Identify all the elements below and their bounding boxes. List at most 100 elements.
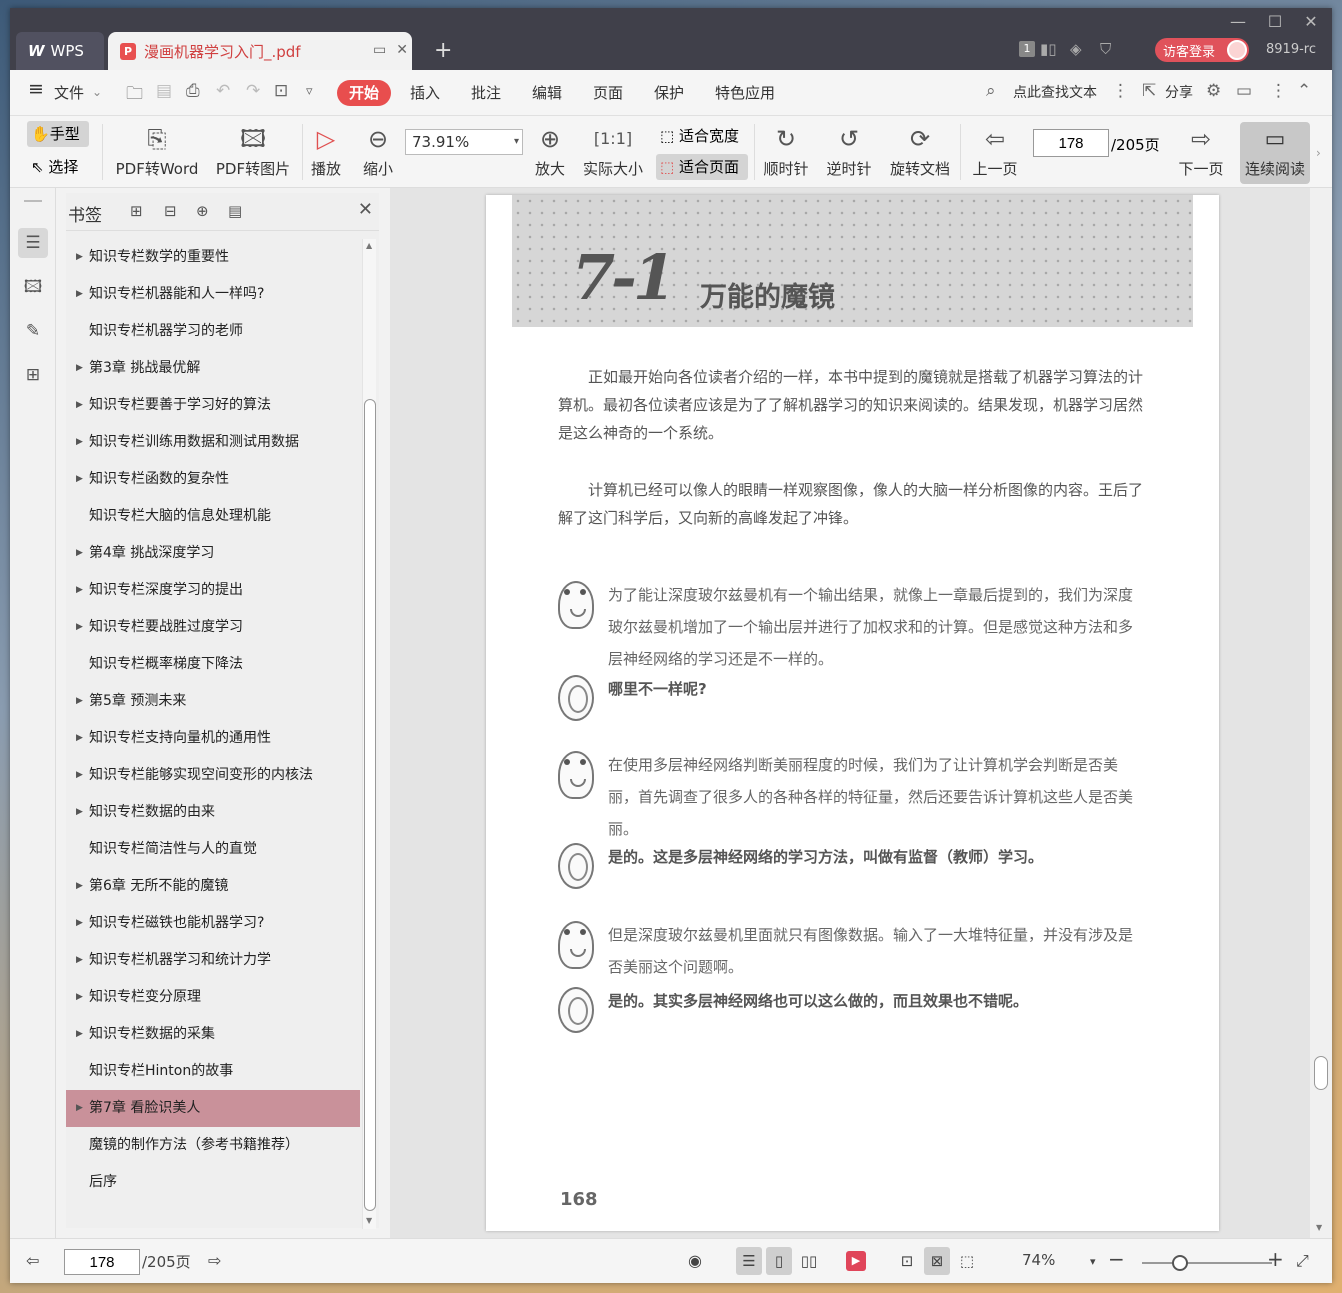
rotate-clockwise-button[interactable]: ↻ 顺时针 bbox=[762, 122, 810, 179]
tab-wps[interactable]: W WPS bbox=[16, 32, 104, 70]
window-list-icon[interactable]: ▮▯ bbox=[1040, 40, 1057, 58]
pdf-to-image-button[interactable]: 🖾 PDF转图片 bbox=[212, 122, 294, 179]
close-tab-icon[interactable]: ✕ bbox=[396, 42, 408, 58]
expand-arrow-icon[interactable]: ▶ bbox=[76, 942, 83, 979]
skin-icon[interactable]: ◈ bbox=[1070, 40, 1082, 58]
bookmark-item[interactable]: ▶ 知识专栏训练用数据和测试用数据 bbox=[66, 424, 360, 461]
expand-arrow-icon[interactable]: ▶ bbox=[76, 868, 83, 905]
annotation-panel-icon[interactable]: ✎ bbox=[18, 316, 48, 346]
bookmark-item[interactable]: 魔镜的制作方法（参考书籍推荐） bbox=[66, 1127, 360, 1164]
bookmark-settings-icon[interactable]: ▤ bbox=[228, 202, 242, 220]
expand-arrow-icon[interactable]: ▶ bbox=[76, 424, 83, 461]
close-window-button[interactable]: ✕ bbox=[1296, 12, 1326, 31]
pdf-to-word-button[interactable]: ⎘ PDF转Word bbox=[114, 122, 200, 179]
bookmark-scroll-thumb[interactable] bbox=[364, 399, 376, 1211]
scroll-up-icon[interactable]: ▲ bbox=[366, 241, 372, 250]
fit-page-button[interactable]: ⬚ 适合页面 bbox=[656, 154, 748, 180]
zoom-in-button[interactable]: ⊕ 放大 bbox=[532, 122, 568, 179]
zoom-select[interactable]: 73.91% ▾ bbox=[405, 129, 523, 155]
expand-all-icon[interactable]: ⊞ bbox=[130, 202, 143, 220]
menu-special[interactable]: 特色应用 bbox=[715, 82, 775, 103]
more-dropdown-icon[interactable]: ▿ bbox=[306, 84, 313, 99]
collapse-ribbon-icon[interactable]: ⌃ bbox=[1297, 81, 1311, 101]
collapse-all-icon[interactable]: ⊟ bbox=[164, 202, 177, 220]
bookmark-item[interactable]: ▶ 第7章 看脸识美人 bbox=[66, 1090, 360, 1127]
next-page-button[interactable]: ⇨ 下一页 bbox=[1176, 122, 1226, 179]
bookmark-item[interactable]: ▶ 知识专栏函数的复杂性 bbox=[66, 461, 360, 498]
zoom-out-icon[interactable]: − bbox=[1108, 1247, 1125, 1271]
menu-insert[interactable]: 插入 bbox=[410, 82, 440, 103]
fullscreen-icon[interactable]: ⤢ bbox=[1296, 1251, 1309, 1271]
bookmark-panel-icon[interactable]: ☰ bbox=[18, 228, 48, 258]
bookmark-scrollbar[interactable]: ▲ ▼ bbox=[362, 239, 376, 1229]
zoom-dropdown-icon[interactable]: ▾ bbox=[1090, 1255, 1096, 1268]
bookmark-item[interactable]: 知识专栏大脑的信息处理机能 bbox=[66, 498, 360, 535]
add-bookmark-icon[interactable]: ⊕ bbox=[196, 202, 209, 220]
bookmark-item[interactable]: ▶ 知识专栏支持向量机的通用性 bbox=[66, 720, 360, 757]
save-icon[interactable]: ▤ bbox=[156, 81, 172, 101]
expand-arrow-icon[interactable]: ▶ bbox=[76, 979, 83, 1016]
bookmark-item[interactable]: 知识专栏Hinton的故事 bbox=[66, 1053, 360, 1090]
gear-icon[interactable]: ⚙ bbox=[1206, 81, 1221, 101]
document-scrollbar[interactable]: ▼ bbox=[1310, 188, 1332, 1238]
play-button[interactable]: ▷ 播放 bbox=[308, 122, 344, 179]
bookmark-item[interactable]: ▶ 知识专栏数据的由来 bbox=[66, 794, 360, 831]
menu-file[interactable]: 文件 bbox=[54, 82, 84, 103]
two-page-icon[interactable]: ▯▯ bbox=[796, 1247, 822, 1275]
attachment-panel-icon[interactable]: ⊞ bbox=[18, 360, 48, 390]
tab-pdf-document[interactable]: P 漫画机器学习入门_.pdf ▭ ✕ bbox=[108, 32, 412, 70]
expand-arrow-icon[interactable]: ▶ bbox=[76, 276, 83, 313]
prev-page-button[interactable]: ⇦ 上一页 bbox=[970, 122, 1020, 179]
scroll-down-icon[interactable]: ▼ bbox=[366, 1216, 372, 1225]
more-options-icon[interactable]: ⋮ bbox=[1270, 81, 1287, 101]
bookmark-item[interactable]: ▶ 知识专栏变分原理 bbox=[66, 979, 360, 1016]
toolbar-scroll-right-icon[interactable]: › bbox=[1316, 146, 1321, 160]
bookmark-item[interactable]: 知识专栏概率梯度下降法 bbox=[66, 646, 360, 683]
expand-arrow-icon[interactable]: ▶ bbox=[76, 794, 83, 831]
bookmark-item[interactable]: ▶ 第5章 预测未来 bbox=[66, 683, 360, 720]
zoom-out-button[interactable]: ⊖ 缩小 bbox=[360, 122, 396, 179]
window-count-badge[interactable]: 1 bbox=[1019, 41, 1035, 57]
maximize-button[interactable]: ☐ bbox=[1260, 12, 1290, 31]
bookmark-item[interactable]: ▶ 知识专栏磁铁也能机器学习? bbox=[66, 905, 360, 942]
eye-protection-icon[interactable]: ◉ bbox=[688, 1251, 702, 1270]
actual-size-icon[interactable]: ⊡ bbox=[894, 1247, 920, 1275]
expand-arrow-icon[interactable]: ▶ bbox=[76, 572, 83, 609]
status-page-input[interactable] bbox=[64, 1249, 140, 1275]
bookmark-item[interactable]: 知识专栏简洁性与人的直觉 bbox=[66, 831, 360, 868]
bookmark-item[interactable]: ▶ 知识专栏数据的采集 bbox=[66, 1016, 360, 1053]
bookmark-item[interactable]: ▶ 知识专栏要善于学习好的算法 bbox=[66, 387, 360, 424]
expand-arrow-icon[interactable]: ▶ bbox=[76, 350, 83, 387]
bookmark-item[interactable]: ▶ 知识专栏机器能和人一样吗? bbox=[66, 276, 360, 313]
fit-width-icon[interactable]: ⬚ bbox=[954, 1247, 980, 1275]
hamburger-icon[interactable]: ≡ bbox=[28, 78, 44, 100]
bookmark-item[interactable]: ▶ 知识专栏机器学习和统计力学 bbox=[66, 942, 360, 979]
close-icon[interactable]: ✕ bbox=[358, 199, 373, 220]
redo-icon[interactable]: ↷ bbox=[246, 81, 260, 101]
continuous-read-button[interactable]: ▭ 连续阅读 bbox=[1240, 122, 1310, 184]
expand-arrow-icon[interactable]: ▶ bbox=[76, 720, 83, 757]
bookmark-item[interactable]: ▶ 第4章 挑战深度学习 bbox=[66, 535, 360, 572]
bookmark-item[interactable]: ▶ 知识专栏数学的重要性 bbox=[66, 239, 360, 276]
guest-login-button[interactable]: 访客登录 bbox=[1155, 38, 1249, 62]
fit-page-icon[interactable]: ⊠ bbox=[924, 1247, 950, 1275]
bookmark-item[interactable]: 后序 bbox=[66, 1164, 360, 1201]
pin-tab-icon[interactable]: ▭ bbox=[373, 42, 386, 58]
menu-page[interactable]: 页面 bbox=[593, 82, 623, 103]
zoom-slider-knob[interactable] bbox=[1172, 1255, 1188, 1271]
document-viewport[interactable]: 7-1 万能的魔镜 正如最开始向各位读者介绍的一样，本书中提到的魔镜就是搭载了机… bbox=[390, 188, 1320, 1238]
expand-arrow-icon[interactable]: ▶ bbox=[76, 1090, 83, 1127]
menu-edit[interactable]: 编辑 bbox=[532, 82, 562, 103]
expand-arrow-icon[interactable]: ▶ bbox=[76, 609, 83, 646]
new-tab-button[interactable]: + bbox=[434, 38, 452, 63]
share-button[interactable]: 分享 bbox=[1165, 82, 1193, 102]
expand-arrow-icon[interactable]: ▶ bbox=[76, 239, 83, 276]
bookmark-item[interactable]: ▶ 知识专栏要战胜过度学习 bbox=[66, 609, 360, 646]
more-vertical-icon[interactable]: ⋮ bbox=[1112, 81, 1129, 101]
expand-arrow-icon[interactable]: ▶ bbox=[76, 535, 83, 572]
menu-annotate[interactable]: 批注 bbox=[471, 82, 501, 103]
bookmark-item[interactable]: 知识专栏机器学习的老师 bbox=[66, 313, 360, 350]
expand-arrow-icon[interactable]: ▶ bbox=[76, 387, 83, 424]
minimize-button[interactable]: — bbox=[1223, 12, 1253, 31]
open-folder-icon[interactable]: 🗀 bbox=[126, 81, 143, 110]
